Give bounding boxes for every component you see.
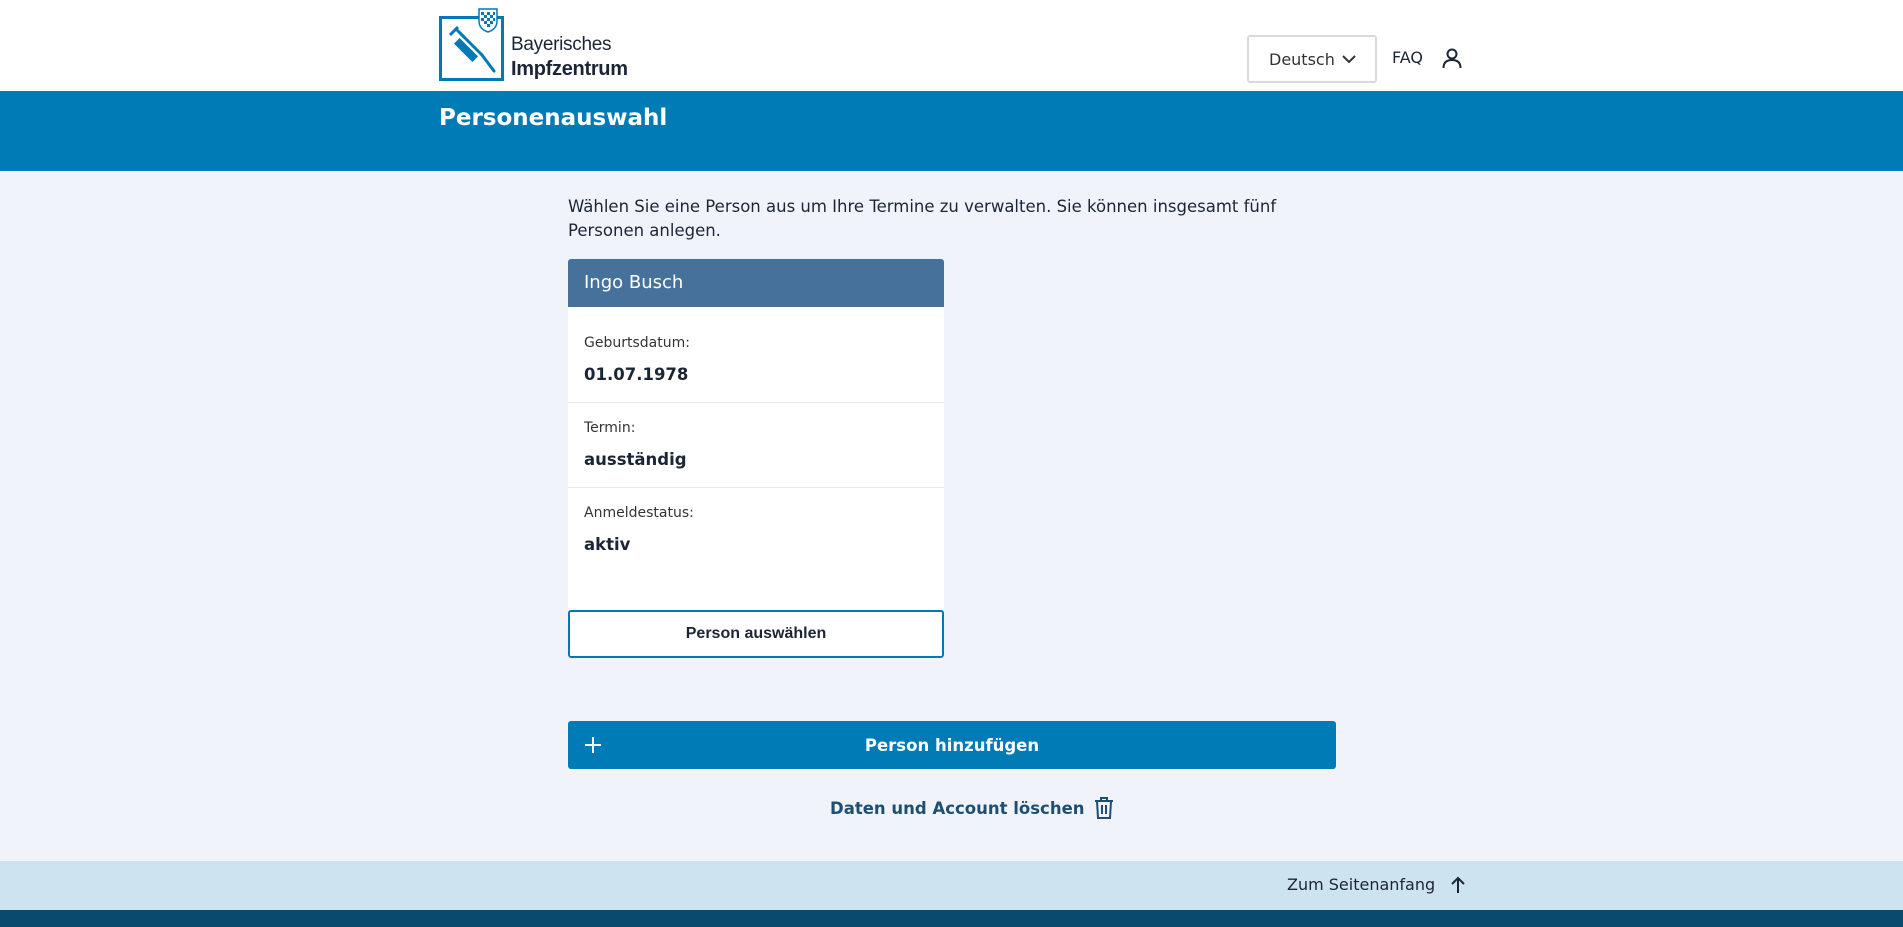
intro-text: Wählen Sie eine Person aus um Ihre Termi… — [568, 197, 1277, 240]
field-label: Termin: — [584, 420, 636, 436]
page-title: Personenauswahl — [439, 105, 668, 131]
add-person-button[interactable]: Person hinzufügen — [568, 721, 1336, 769]
language-select[interactable]: Deutsch — [1247, 35, 1377, 83]
field-value: 01.07.1978 — [584, 365, 689, 384]
field-value: ausständig — [584, 450, 687, 469]
logo[interactable]: Bayerisches Impfzentrum — [439, 7, 639, 82]
user-icon[interactable] — [1440, 46, 1464, 70]
delete-account-link[interactable]: Daten und Account löschen — [830, 796, 1115, 820]
logo-line1: Bayerisches — [511, 34, 612, 55]
select-person-button[interactable]: Person auswählen — [568, 610, 944, 658]
chevron-down-icon — [1342, 55, 1356, 64]
header: Bayerisches Impfzentrum Deutsch FAQ — [0, 0, 1903, 91]
page: Bayerisches Impfzentrum Deutsch FAQ Pers… — [0, 0, 1903, 927]
delete-account-label: Daten und Account löschen — [830, 798, 1085, 818]
title-band: Personenauswahl — [0, 91, 1903, 171]
person-card: Ingo Busch Geburtsdatum: 01.07.1978 Term… — [568, 259, 944, 658]
field-registration-status: Anmeldestatus: aktiv — [568, 488, 944, 573]
add-person-label: Person hinzufügen — [864, 735, 1040, 755]
footer-strip: Zum Seitenanfang — [0, 861, 1903, 910]
logo-line2: Impfzentrum — [511, 58, 628, 80]
field-appointment: Termin: ausständig — [568, 403, 944, 488]
plus-icon — [585, 737, 601, 753]
trash-icon — [1094, 797, 1113, 819]
faq-link[interactable]: FAQ — [1392, 48, 1423, 67]
person-name: Ingo Busch — [568, 259, 944, 307]
bavaria-crest-icon — [478, 8, 498, 33]
footer — [0, 910, 1903, 927]
logo-text: Bayerisches Impfzentrum — [511, 33, 628, 81]
field-label: Geburtsdatum: — [584, 335, 690, 351]
field-birthdate: Geburtsdatum: 01.07.1978 — [568, 318, 944, 403]
back-to-top-link[interactable]: Zum Seitenanfang — [1287, 875, 1467, 894]
field-value: aktiv — [584, 535, 631, 554]
language-select-value: Deutsch — [1269, 49, 1335, 69]
arrow-up-icon — [1451, 876, 1465, 893]
field-label: Anmeldestatus: — [584, 505, 694, 521]
back-to-top-label: Zum Seitenanfang — [1287, 875, 1436, 894]
